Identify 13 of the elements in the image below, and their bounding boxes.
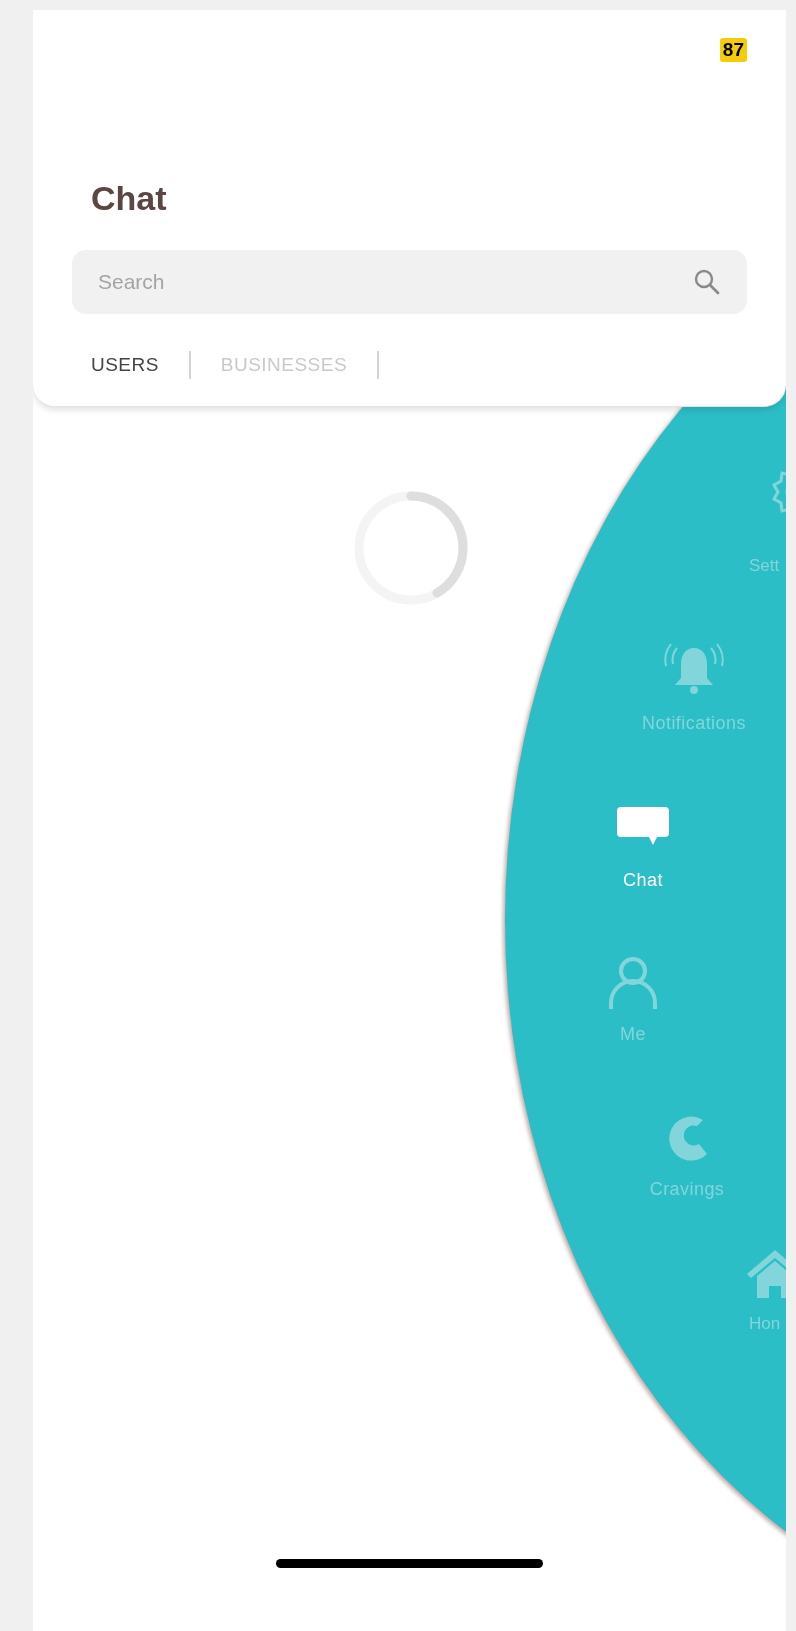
person-icon[interactable] <box>607 955 659 1011</box>
count-badge: 87 <box>719 38 747 62</box>
tab[interactable]: USERS <box>91 350 159 380</box>
menu-item-label[interactable]: Sett <box>749 553 780 579</box>
menu-item-label[interactable]: Hon <box>749 1311 781 1337</box>
menu-item-label[interactable]: Cravings <box>649 1176 725 1203</box>
menu-item-label[interactable]: Me <box>620 1021 646 1048</box>
page-title: Chat <box>91 178 167 218</box>
search-icon[interactable] <box>693 268 721 296</box>
search-field[interactable]: Search <box>72 250 747 314</box>
menu-item-label[interactable]: Notifications <box>642 710 746 737</box>
menu-item-label[interactable]: Chat <box>623 867 663 894</box>
loading-spinner-icon <box>353 490 469 606</box>
